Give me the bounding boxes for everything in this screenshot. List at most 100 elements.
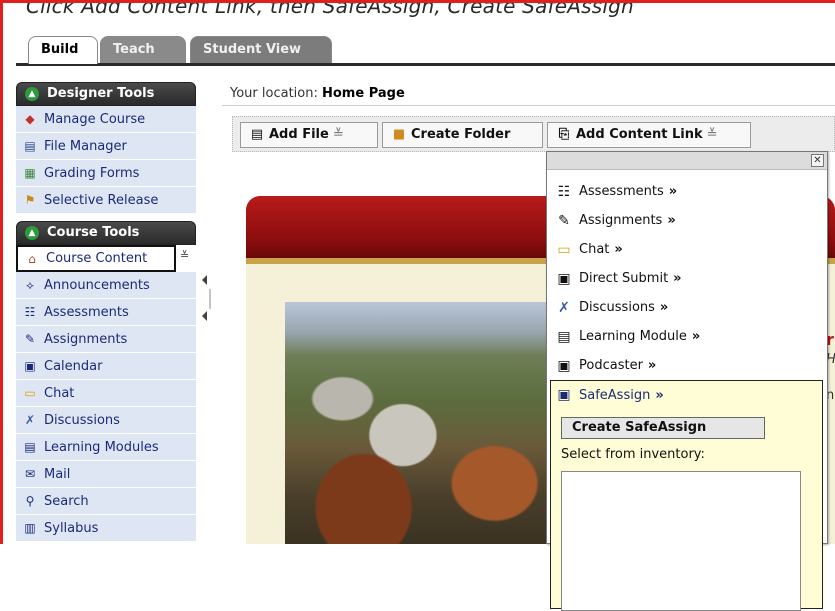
menu-item-label: Learning Module [579,329,687,344]
arrow-icon: » [691,329,701,344]
sidebar-item-label: Learning Modules [44,439,159,455]
menu-item-label: Assessments [579,184,664,199]
sidebar-item-announcements[interactable]: ⟡ Announcements [16,272,196,299]
designer-tools-header[interactable]: ▲ Designer Tools [16,82,196,106]
sidebar-item-label: Discussions [44,412,120,428]
link-icon: ⎘ [558,127,570,142]
search-icon: ⚲ [25,494,35,508]
inventory-list[interactable] [561,471,801,611]
add-file-button[interactable]: ▤ Add File ≚ [240,122,378,148]
designer-tools-title: Designer Tools [47,86,155,101]
sidebar-collapse-handle[interactable] [201,275,213,321]
sidebar-item-search[interactable]: ⚲ Search [16,488,196,515]
arrow-icon: » [668,184,678,199]
content-toolbar: ▤ Add File ≚ ■ Create Folder ⎘ Add Content L… [232,116,835,152]
file-icon: ▤ [250,127,264,142]
collapse-icon: ▲ [25,87,39,101]
discussions-icon: ✗ [24,413,36,427]
arrow-icon: » [659,300,669,315]
menu-item-chat[interactable]: ▭ Chat » [547,235,827,264]
sidebar-item-label: Calendar [44,358,103,374]
chat-icon: ▭ [24,386,36,400]
tab-student-view[interactable]: Student View [190,36,332,64]
assignments-icon: ✎ [24,332,36,346]
menu-header: ✕ [547,152,827,170]
menu-item-discussions[interactable]: ✗ Discussions » [547,293,827,322]
create-safeassign-button[interactable]: Create SafeAssign [561,417,765,439]
arrow-icon: » [647,358,657,373]
sidebar-item-label: Grading Forms [44,165,140,181]
collapse-icon: ▲ [25,226,39,240]
menu-item-safeassign[interactable]: ▣ SafeAssign» [550,380,823,409]
sidebar-item-label: Selective Release [44,192,159,208]
sidebar-item-grading-forms[interactable]: ▦ Grading Forms [16,160,196,187]
calendar-icon: ▣ [24,359,36,373]
menu-item-learning-module[interactable]: ▤ Learning Module » [547,322,827,351]
sidebar-item-learning-modules[interactable]: ▤ Learning Modules [16,434,196,461]
sidebar-item-assessments[interactable]: ☷ Assessments [16,299,196,326]
arrow-icon: » [655,387,664,403]
sidebar-item-syllabus[interactable]: ▥ Syllabus [16,515,196,542]
sidebar-item-assignments[interactable]: ✎ Assignments [16,326,196,353]
chat-icon: ▭ [557,241,571,258]
sidebar-item-label: Syllabus [44,520,99,536]
sidebar-item-label: Assessments [44,304,129,320]
menu-item-assessments[interactable]: ☷ Assessments » [547,177,827,206]
sidebar-item-discussions[interactable]: ✗ Discussions [16,407,196,434]
sidebar-item-label: Course Content [46,251,148,266]
caption-text: Click Add Content Link, then SafeAssign,… [26,0,634,18]
sidebar-item-label: Mail [44,466,71,482]
sidebar-item-label: Search [44,493,89,509]
sidebar-item-course-content[interactable]: ⌂ Course Content ≚ [16,245,189,272]
tab-teach[interactable]: Teach [100,36,186,64]
sidebar-item-chat[interactable]: ▭ Chat [16,380,196,407]
manage-course-icon: ◆ [25,112,35,126]
arrow-icon: » [667,213,676,228]
menu-item-label: Direct Submit [579,271,669,286]
location-label: Your location: [230,86,318,101]
podcaster-icon: ▣ [557,357,571,374]
sidebar-item-label: Chat [44,385,75,401]
sidebar-item-label: Manage Course [44,111,146,127]
add-content-link-menu: ✕ ☷ Assessments» ✎ Assignments» ▭ Chat» ▣ Di… [546,151,828,611]
sidebar-item-label: Announcements [44,277,150,293]
grading-forms-icon: ▦ [24,166,36,180]
menu-item-podcaster[interactable]: ▣ Podcaster » [547,351,827,380]
mail-icon: ✉ [24,467,36,481]
dropdown-icon[interactable]: ≚ [180,249,189,262]
add-file-label: Add File [269,127,329,142]
sidebar-item-mail[interactable]: ✉ Mail [16,461,196,488]
assessments-icon: ☷ [557,183,571,200]
megaphone-icon: ⟡ [26,277,34,292]
assessments-icon: ☷ [24,305,36,319]
close-icon[interactable]: ✕ [811,154,824,167]
sidebar-item-label: File Manager [44,138,127,154]
add-content-link-button[interactable]: ⎘ Add Content Link ≚ [547,122,751,148]
menu-item-assignments[interactable]: ✎ Assignments » [547,206,827,235]
breadcrumb: Your location: Home Page [222,82,835,106]
sidebar-item-label: Assignments [44,331,128,347]
create-folder-label: Create Folder [411,127,511,142]
syllabus-icon: ▥ [24,521,36,535]
sidebar-item-file-manager[interactable]: ▤ File Manager [16,133,196,160]
dropdown-icon: ≚ [706,127,718,142]
selective-release-icon: ⚑ [24,193,36,207]
sidebar-item-manage-course[interactable]: ◆ Manage Course [16,106,196,133]
arrow-icon: » [614,242,623,257]
tab-build[interactable]: Build [28,36,98,64]
sidebar-item-calendar[interactable]: ▣ Calendar [16,353,196,380]
assignments-icon: ✎ [558,212,570,229]
safeassign-submenu: Create SafeAssign Select from inventory: [550,409,823,611]
sidebar-item-selective-release[interactable]: ⚑ Selective Release [16,187,196,214]
folder-icon: ■ [392,127,406,142]
arrow-icon: » [673,271,682,286]
create-folder-button[interactable]: ■ Create Folder [382,122,543,148]
menu-item-direct-submit[interactable]: ▣ Direct Submit » [547,264,827,293]
course-tools-title: Course Tools [47,225,140,240]
learning-module-icon: ▤ [557,328,571,345]
location-value[interactable]: Home Page [322,86,405,101]
menu-item-label: Chat [579,242,610,257]
tab-divider [16,63,835,66]
course-tools-header[interactable]: ▲ Course Tools [16,221,196,245]
menu-item-label: Discussions [579,300,655,315]
